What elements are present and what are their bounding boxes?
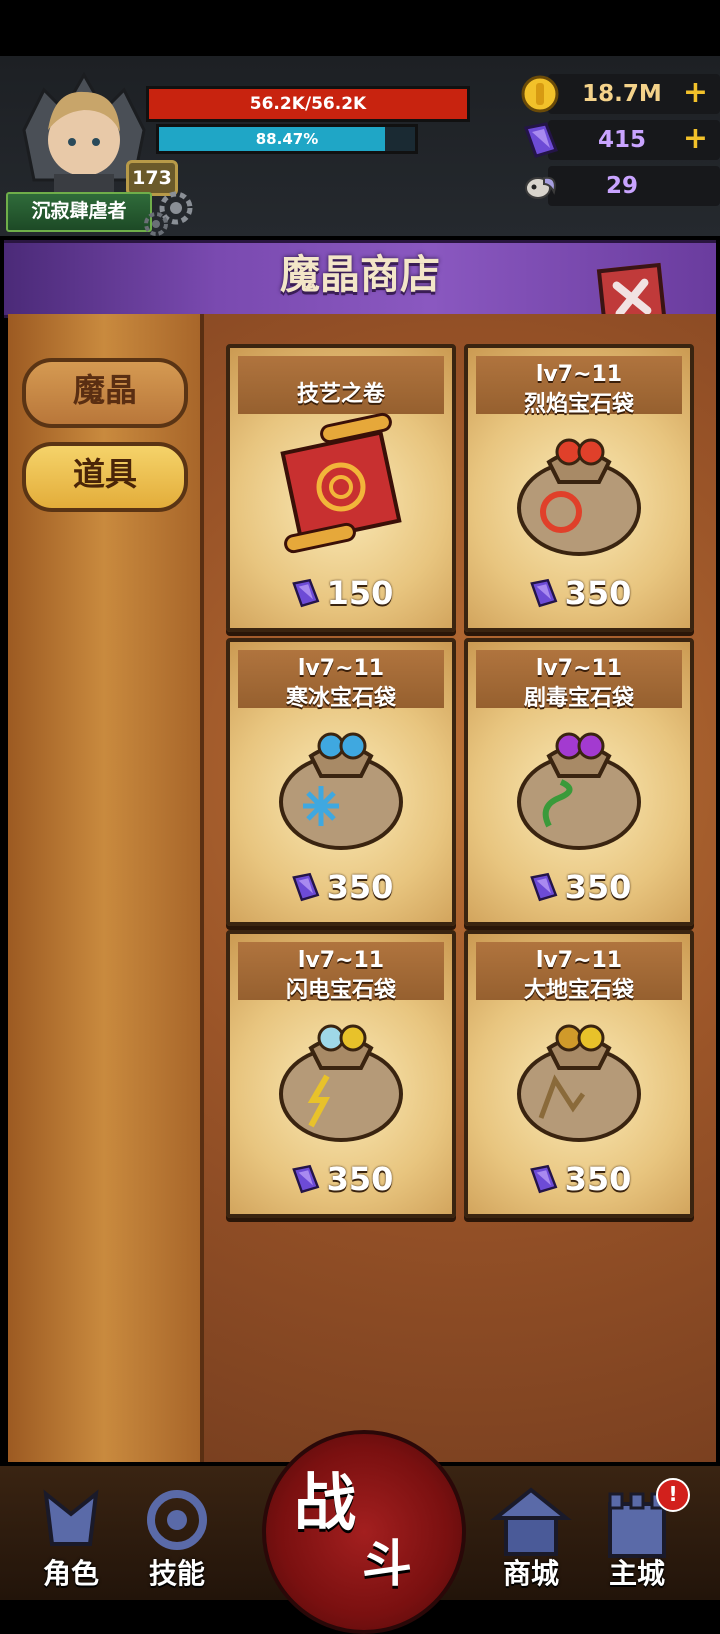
battle-label-2: 斗 bbox=[362, 1535, 412, 1593]
tab-items[interactable]: 道具 bbox=[22, 442, 188, 512]
notification-badge: ! bbox=[656, 1478, 690, 1512]
nav-skill-label: 技能 bbox=[148, 1557, 205, 1590]
item-level-range: lv7~11 bbox=[297, 656, 385, 681]
item-price: 350 bbox=[468, 1160, 690, 1198]
item-price-value: 350 bbox=[326, 1160, 394, 1198]
item-level-range: lv7~11 bbox=[297, 948, 385, 973]
item-header: 技艺之卷 bbox=[238, 356, 444, 414]
fire-gem-bag-icon bbox=[517, 438, 641, 556]
shop-item-card[interactable]: lv7~11 剧毒宝石袋 350 bbox=[464, 638, 694, 926]
crystal-icon bbox=[529, 1164, 557, 1194]
crystal-icon bbox=[529, 872, 557, 902]
gold-resource: 18.7M + bbox=[548, 74, 720, 114]
item-level-range: lv7~11 bbox=[535, 362, 623, 387]
item-price: 350 bbox=[230, 868, 452, 906]
tab-crystal[interactable]: 魔晶 bbox=[22, 358, 188, 428]
item-header: lv7~11 烈焰宝石袋 bbox=[476, 356, 682, 417]
gold-coin-icon bbox=[521, 75, 559, 113]
add-gold-button[interactable]: + bbox=[683, 74, 708, 112]
item-header: lv7~11 寒冰宝石袋 bbox=[238, 650, 444, 711]
item-level-range: lv7~11 bbox=[535, 656, 623, 681]
ice-gem-bag-icon bbox=[279, 732, 403, 850]
battle-label: 战 bbox=[294, 1466, 357, 1539]
item-price-value: 350 bbox=[326, 868, 394, 906]
earth-gem-bag-icon bbox=[517, 1024, 641, 1142]
skull-amount: 29 bbox=[605, 173, 638, 199]
shop-item-card[interactable]: lv7~11 寒冰宝石袋 350 bbox=[226, 638, 456, 926]
crystal-icon bbox=[291, 578, 319, 608]
crystal-resource: 415 + bbox=[548, 120, 720, 160]
nav-city-label: 主城 bbox=[608, 1557, 665, 1590]
item-price-value: 350 bbox=[564, 868, 632, 906]
scroll-icon bbox=[280, 412, 402, 554]
ram-skull-icon bbox=[525, 176, 556, 199]
shop-item-card[interactable]: 技艺之卷 150 bbox=[226, 344, 456, 632]
hp-text: 56.2K/56.2K bbox=[249, 94, 367, 114]
settings-gear-icon[interactable] bbox=[140, 190, 196, 240]
crystal-amount: 415 bbox=[597, 127, 646, 153]
item-name: 技艺之卷 bbox=[296, 382, 385, 407]
item-header: lv7~11 大地宝石袋 bbox=[476, 942, 682, 1003]
item-price-value: 350 bbox=[564, 1160, 632, 1198]
skull-resource: 29 bbox=[548, 166, 720, 206]
item-price: 350 bbox=[230, 1160, 452, 1198]
item-price: 350 bbox=[468, 574, 690, 612]
item-price: 350 bbox=[468, 868, 690, 906]
nav-role-label: 角色 bbox=[42, 1557, 99, 1590]
exp-text: 88.47% bbox=[255, 130, 319, 148]
item-price: 150 bbox=[230, 574, 452, 612]
nav-skill-button[interactable]: 技能 bbox=[132, 1484, 222, 1594]
crystal-icon bbox=[529, 578, 557, 608]
item-price-value: 150 bbox=[326, 574, 394, 612]
crystal-icon bbox=[291, 872, 319, 902]
nav-role-button[interactable]: 角色 bbox=[26, 1484, 116, 1594]
player-name: 沉寂肆虐者 bbox=[6, 192, 152, 232]
shop-item-card[interactable]: lv7~11 烈焰宝石袋 350 bbox=[464, 344, 694, 632]
item-level-range: lv7~11 bbox=[535, 948, 623, 973]
nav-mall-button[interactable]: 商城 bbox=[486, 1484, 576, 1594]
hp-bar: 56.2K/56.2K bbox=[146, 86, 470, 122]
lightning-gem-bag-icon bbox=[279, 1024, 403, 1142]
item-header: lv7~11 剧毒宝石袋 bbox=[476, 650, 682, 711]
crystal-icon bbox=[291, 1164, 319, 1194]
crystal-icon bbox=[524, 122, 558, 158]
exp-bar: 88.47% bbox=[156, 124, 418, 154]
add-crystal-button[interactable]: + bbox=[683, 120, 708, 158]
gold-amount: 18.7M bbox=[582, 81, 662, 107]
shop-item-card[interactable]: lv7~11 闪电宝石袋 350 bbox=[226, 930, 456, 1218]
item-price-value: 350 bbox=[564, 574, 632, 612]
item-header: lv7~11 闪电宝石袋 bbox=[238, 942, 444, 1003]
shop-item-card[interactable]: lv7~11 大地宝石袋 350 bbox=[464, 930, 694, 1218]
nav-mall-label: 商城 bbox=[502, 1557, 559, 1590]
poison-gem-bag-icon bbox=[517, 732, 641, 850]
